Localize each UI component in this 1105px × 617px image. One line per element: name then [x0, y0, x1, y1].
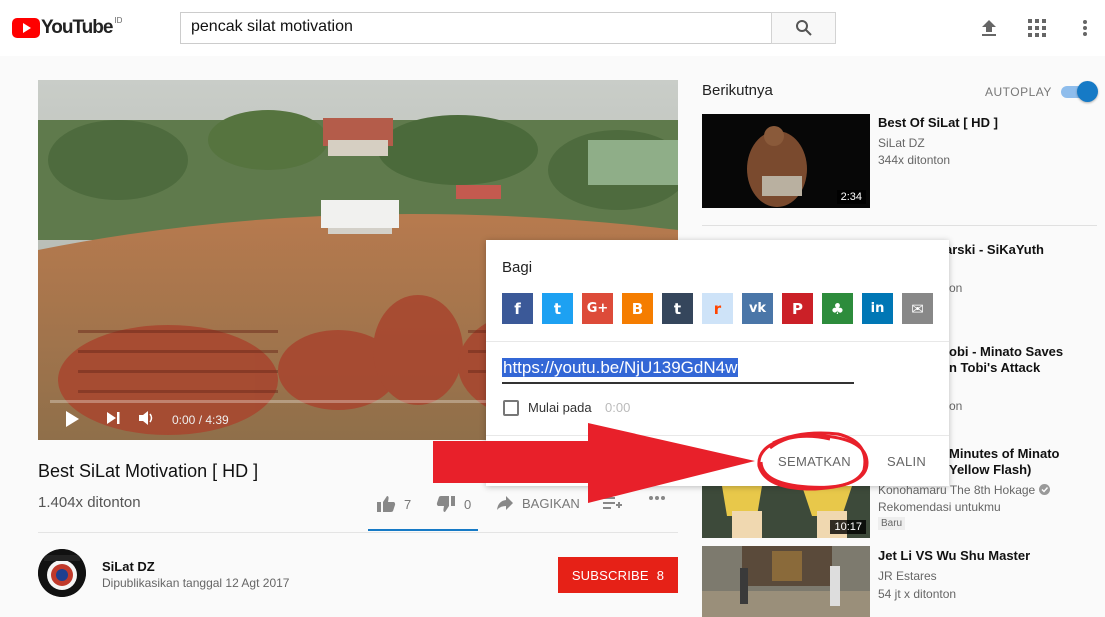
thumbnail-image — [702, 546, 870, 617]
logo-text: YouTube — [41, 17, 113, 38]
up-next-heading: Berikutnya — [702, 82, 773, 99]
sidebar-channel: SiLat DZ — [878, 136, 925, 150]
playlist-add-icon — [603, 497, 622, 509]
sidebar-video-title-line2[interactable]: n Tobi's Attack — [949, 360, 1040, 376]
volume-button[interactable] — [138, 410, 156, 426]
channel-avatar[interactable] — [38, 549, 86, 597]
sidebar-video-title[interactable]: Minutes of Minato — [949, 446, 1060, 462]
play-icon — [66, 411, 79, 427]
time-display: 0:00 / 4:39 — [172, 413, 229, 427]
blogger-share-icon[interactable]: B — [622, 293, 653, 324]
new-badge: Baru — [878, 517, 906, 530]
pinterest-share-icon[interactable]: P — [782, 293, 813, 324]
copy-button[interactable]: SALIN — [887, 454, 926, 469]
video-duration: 2:34 — [836, 190, 866, 204]
upload-button[interactable] — [978, 17, 1000, 39]
subscribe-label: SUBSCRIBE — [571, 567, 649, 583]
youtube-play-icon — [12, 18, 40, 38]
start-at-time: 0:00 — [605, 400, 631, 415]
channel-avatar-logo — [38, 549, 86, 597]
sidebar-channel: JR Estares — [878, 569, 937, 583]
more-actions-button[interactable] — [648, 495, 666, 501]
sidebar-video-title[interactable]: arski - SiKaYuth — [945, 242, 1044, 258]
share-dialog-title: Bagi — [502, 259, 533, 276]
volume-icon — [139, 411, 153, 425]
sidebar-views: 54 jt x ditonton — [878, 587, 957, 601]
share-url-field[interactable]: https://youtu.be/NjU139GdN4w — [502, 358, 854, 384]
google-plus-share-icon[interactable]: G+ — [582, 293, 613, 324]
autoplay-label: AUTOPLAY — [985, 85, 1052, 99]
video-title: Best SiLat Motivation [ HD ] — [38, 461, 259, 481]
sidebar-video-title-line2[interactable]: Yellow Flash) — [949, 462, 1031, 478]
more-vert-icon — [1083, 20, 1087, 36]
next-button[interactable] — [105, 410, 121, 426]
sidebar-thumbnail[interactable] — [702, 546, 870, 617]
start-at-checkbox[interactable] — [503, 400, 519, 416]
channel-name[interactable]: SiLat DZ — [102, 559, 155, 574]
linkedin-share-icon[interactable]: in — [862, 293, 893, 324]
play-button[interactable] — [64, 410, 80, 428]
ameba-share-icon[interactable]: ♣ — [822, 293, 853, 324]
tumblr-share-icon[interactable]: t — [662, 293, 693, 324]
dislike-button[interactable]: 0 — [436, 495, 471, 513]
more-button[interactable] — [1074, 17, 1096, 39]
apps-grid-icon — [1028, 19, 1046, 37]
subscriber-count: 8 — [656, 567, 665, 583]
sidebar-views: 344x ditonton — [878, 153, 951, 167]
sidebar-video-title[interactable]: obi - Minato Saves — [949, 344, 1063, 360]
publish-date: Dipublikasikan tanggal 12 Agt 2017 — [102, 576, 290, 590]
email-share-icon[interactable]: ✉ — [902, 293, 933, 324]
sidebar-views: on — [949, 281, 963, 295]
verified-icon — [1038, 484, 1050, 495]
divider — [486, 341, 949, 342]
like-count: 7 — [404, 496, 412, 512]
more-horiz-icon — [649, 496, 665, 500]
view-count: 1.404x ditonton — [38, 494, 141, 511]
share-active-underline — [368, 529, 478, 531]
search-icon — [795, 20, 812, 36]
search-button[interactable] — [771, 12, 836, 44]
thumbs-up-icon — [377, 496, 396, 512]
apps-button[interactable] — [1026, 17, 1048, 39]
start-at-label: Mulai pada — [528, 400, 592, 415]
sidebar-video-title[interactable]: Best Of SiLat [ HD ] — [878, 115, 998, 131]
add-to-playlist-button[interactable] — [603, 495, 623, 511]
sidebar-thumbnail[interactable]: 10:17 — [702, 486, 870, 538]
vk-share-icon[interactable]: vk — [742, 293, 773, 324]
youtube-logo[interactable]: YouTube ID — [12, 15, 123, 39]
thumbs-down-icon — [436, 496, 455, 512]
video-duration: 10:17 — [830, 520, 866, 534]
facebook-share-icon[interactable]: f — [502, 293, 533, 324]
sidebar-recommendation: Rekomendasi untukmu — [878, 500, 1001, 514]
reddit-share-icon[interactable]: r — [702, 293, 733, 324]
subscribe-button[interactable]: SUBSCRIBE 8 — [558, 557, 678, 593]
divider — [486, 435, 949, 436]
upload-icon — [982, 20, 996, 36]
search-input[interactable]: pencak silat motivation — [180, 12, 772, 44]
share-dialog: Bagi f t G+ Bt r vk P ♣ in ✉ https://youtu.be/NjU… — [486, 240, 949, 486]
sidebar-video-title[interactable]: Jet Li VS Wu Shu Master — [878, 548, 1030, 564]
embed-button[interactable]: SEMATKAN — [778, 454, 851, 469]
sidebar-views: on — [949, 399, 963, 413]
skip-next-icon — [107, 412, 120, 424]
twitter-share-icon[interactable]: t — [542, 293, 573, 324]
masthead: YouTube ID pencak silat motivation — [0, 0, 1105, 56]
share-arrow-icon — [497, 496, 513, 510]
sidebar-divider — [702, 225, 1097, 226]
share-label: BAGIKAN — [522, 495, 580, 511]
autoplay-toggle[interactable] — [1077, 81, 1098, 102]
divider — [38, 532, 678, 533]
country-code: ID — [114, 15, 123, 25]
dislike-count: 0 — [464, 496, 472, 512]
share-url-text: https://youtu.be/NjU139GdN4w — [502, 358, 739, 377]
share-button[interactable]: BAGIKAN — [496, 495, 580, 511]
like-button[interactable]: 7 — [376, 495, 411, 513]
sidebar-thumbnail[interactable]: 2:34 — [702, 114, 870, 208]
